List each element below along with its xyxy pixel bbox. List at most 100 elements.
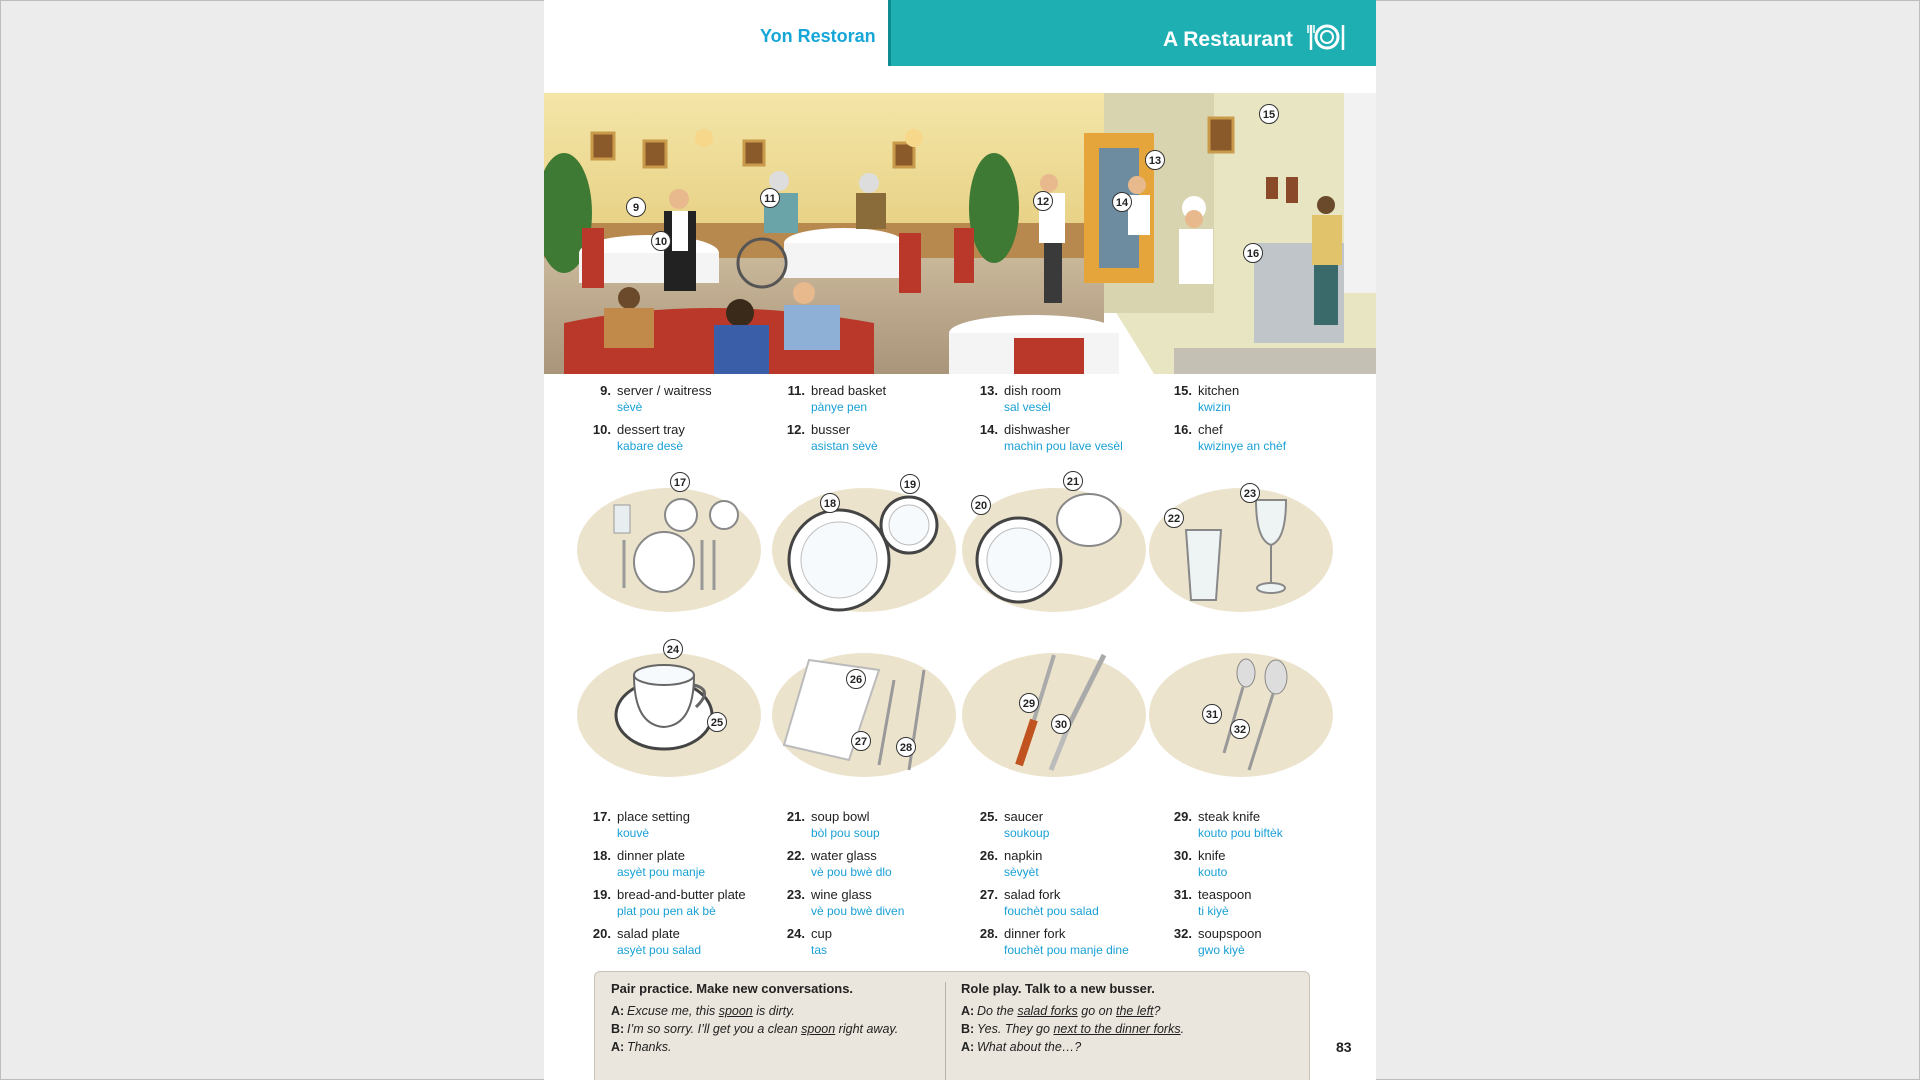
vocab-number: 29. (1173, 809, 1192, 824)
vocab-english: chef (1198, 422, 1223, 437)
vocab-number: 10. (592, 422, 611, 437)
vocab-number: 31. (1173, 887, 1192, 902)
vocab-entry: 23. wine glass vè pou bwè diven (787, 887, 905, 918)
vocab-number: 20. (592, 926, 611, 941)
vocab-entry: 28. dinner fork fouchèt pou manje dine (980, 926, 1129, 957)
scene-label: 10 (651, 231, 671, 251)
vocab-number: 16. (1173, 422, 1192, 437)
vocab-english: water glass (811, 848, 877, 863)
vocab-number: 32. (1173, 926, 1192, 941)
dialogue-line: B: I’m so sorry. I’ll get you a clean spo… (611, 1022, 899, 1036)
vocab-number: 23. (786, 887, 805, 902)
place-setting-illustration: 17 (574, 470, 764, 630)
vocab-number: 30. (1173, 848, 1192, 863)
vocab-english: napkin (1004, 848, 1043, 863)
tile-label: 22 (1164, 508, 1184, 528)
vocab-entry: 25. saucer soukoup (980, 809, 1050, 840)
vocab-english: dinner plate (617, 848, 685, 863)
vocab-entry: 31. teaspoon ti kiyè (1174, 887, 1252, 918)
vocab-english: cup (811, 926, 832, 941)
vocab-haitian: sèvyèt (1004, 865, 1039, 879)
restaurant-scene-illustration: 9 10 11 12 13 14 15 16 (544, 93, 1376, 374)
vocab-number: 21. (786, 809, 805, 824)
tile-label: 30 (1051, 714, 1071, 734)
vocab-haitian: asyèt pou salad (617, 943, 702, 957)
vocab-haitian: kouto (1198, 865, 1228, 879)
vocab-haitian: machin pou lave vesèl (1004, 439, 1123, 453)
vocab-haitian: ti kiyè (1198, 904, 1229, 918)
practice-divider (945, 982, 946, 1080)
vocab-entry: 27. salad fork fouchèt pou salad (980, 887, 1099, 918)
scene-label: 15 (1259, 104, 1279, 124)
scene-label: 14 (1112, 192, 1132, 212)
vocab-english: salad plate (617, 926, 680, 941)
vocab-haitian: vè pou bwè dlo (811, 865, 892, 879)
vocab-haitian: bòl pou soup (811, 826, 880, 840)
tile-label: 20 (971, 495, 991, 515)
tile-label: 19 (900, 474, 920, 494)
vocab-number: 28. (979, 926, 998, 941)
dialogue-line: A: Thanks. (611, 1040, 672, 1054)
vocab-english: dish room (1004, 383, 1062, 398)
vocab-entry: 21. soup bowl bòl pou soup (787, 809, 880, 840)
tile-label: 17 (670, 472, 690, 492)
vocab-number: 26. (979, 848, 998, 863)
vocab-english: knife (1198, 848, 1226, 863)
vocab-haitian: sal vesèl (1004, 400, 1051, 414)
vocab-entry: 18. dinner plate asyèt pou manje (593, 848, 705, 879)
vocab-number: 25. (979, 809, 998, 824)
vocab-english: kitchen (1198, 383, 1240, 398)
salad-plate-illustration: 20 21 (959, 470, 1149, 630)
vocab-english: busser (811, 422, 851, 437)
role-play-heading: Role play. Talk to a new busser. (961, 981, 1155, 996)
vocab-haitian: kouto pou biftèk (1198, 826, 1283, 840)
dialogue-line: A: What about the…? (961, 1040, 1082, 1054)
vocab-entry: 22. water glass vè pou bwè dlo (787, 848, 892, 879)
vocab-number: 19. (592, 887, 611, 902)
vocab-english: saucer (1004, 809, 1044, 824)
vocab-number: 12. (786, 422, 805, 437)
header-band: A Restaurant (888, 0, 1376, 66)
vocab-number: 14. (979, 422, 998, 437)
vocab-haitian: vè pou bwè diven (811, 904, 905, 918)
dictionary-page: Yon Restoran A Restaurant 9 10 11 12 13 … (544, 0, 1376, 1080)
vocab-entry: 14. dishwasher machin pou lave vesèl (980, 422, 1123, 453)
vocab-number: 27. (979, 887, 998, 902)
vocab-haitian: kouvè (617, 826, 650, 840)
vocab-english: teaspoon (1198, 887, 1252, 902)
vocab-entry: 17. place setting kouvè (593, 809, 690, 840)
tile-label: 27 (851, 731, 871, 751)
vocab-number: 22. (786, 848, 805, 863)
pair-practice-heading: Pair practice. Make new conversations. (611, 981, 854, 996)
vocab-entry: 29. steak knife kouto pou biftèk (1174, 809, 1283, 840)
vocab-english: dinner fork (1004, 926, 1066, 941)
vocab-number: 9. (600, 383, 611, 398)
scene-label: 13 (1145, 150, 1165, 170)
vocab-number: 24. (786, 926, 805, 941)
knives-illustration: 29 30 (959, 635, 1149, 795)
vocab-haitian: pànye pen (811, 400, 868, 414)
scene-label: 11 (760, 188, 780, 208)
tile-label: 23 (1240, 483, 1260, 503)
vocab-haitian: soukoup (1004, 826, 1050, 840)
tile-label: 18 (820, 493, 840, 513)
vocab-english: steak knife (1198, 809, 1261, 824)
tile-label: 28 (896, 737, 916, 757)
vocab-haitian: tas (811, 943, 828, 957)
vocab-haitian: gwo kiyè (1198, 943, 1245, 957)
vocab-haitian: kabare desè (617, 439, 684, 453)
vocab-number: 18. (592, 848, 611, 863)
vocab-haitian: fouchèt pou manje dine (1004, 943, 1129, 957)
vocab-entry: 11. bread basket pànye pen (788, 383, 887, 414)
dialogue-line: A: Do the salad forks go on the left? (961, 1004, 1161, 1018)
spoons-illustration: 31 32 (1146, 635, 1336, 795)
vocab-english: wine glass (811, 887, 872, 902)
vocab-english: soup bowl (811, 809, 870, 824)
scene-label: 12 (1033, 191, 1053, 211)
vocab-haitian: kwizinye an chèf (1198, 439, 1287, 453)
dinner-plate-illustration: 18 19 (769, 470, 959, 630)
vocab-entry: 10. dessert tray kabare desè (593, 422, 685, 453)
vocab-entry: 15. kitchen kwizin (1174, 383, 1240, 414)
tile-label: 31 (1202, 704, 1222, 724)
vocab-entry: 20. salad plate asyèt pou salad (593, 926, 702, 957)
